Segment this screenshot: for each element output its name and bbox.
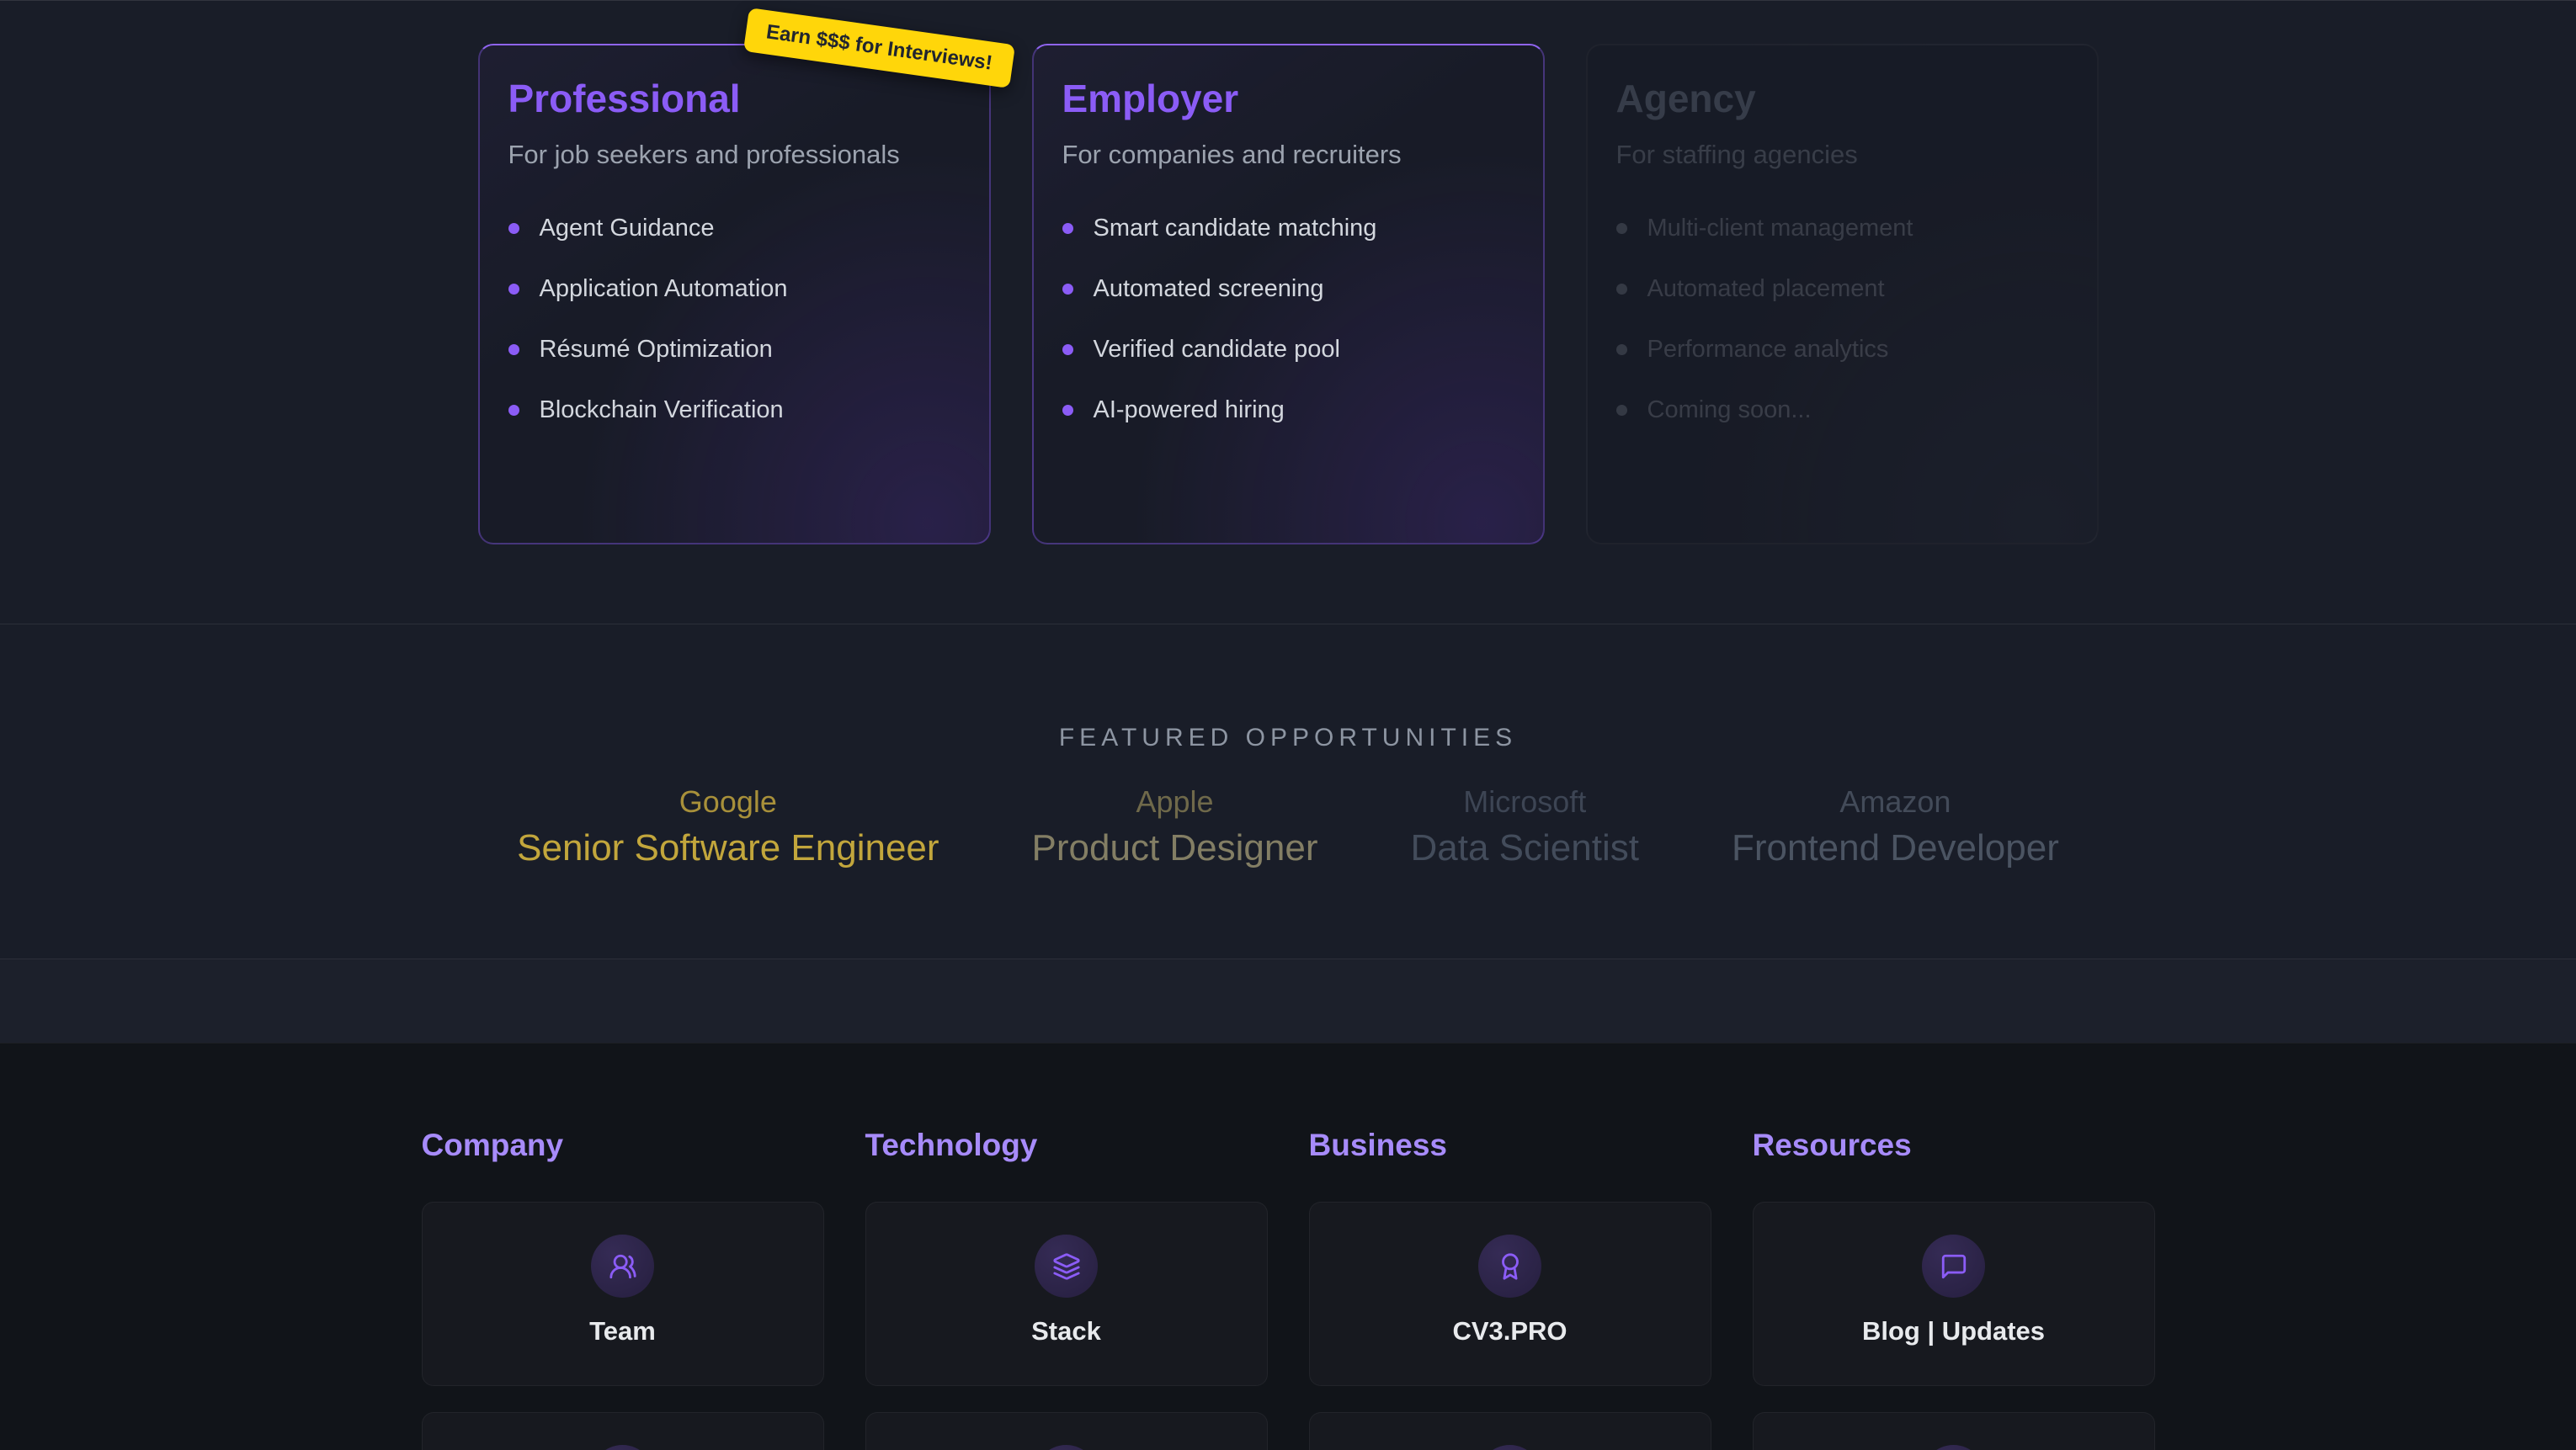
bullet-icon <box>508 284 519 295</box>
footer-col-heading: Business <box>1309 1128 1711 1163</box>
footer-columns: Company Team Technology <box>0 1128 2576 1450</box>
footer: Company Team Technology <box>0 1043 2576 1450</box>
page: Earn $$$ for Interviews! Professional Fo… <box>0 0 2576 1450</box>
bullet-icon <box>508 405 519 416</box>
plan-card-professional[interactable]: Professional For job seekers and profess… <box>478 44 991 544</box>
footer-col-company: Company Team <box>422 1128 824 1450</box>
footer-card-cv3pro[interactable]: CV3.PRO <box>1309 1202 1711 1386</box>
footer-col-heading: Company <box>422 1128 824 1163</box>
plan-feature: Verified candidate pool <box>1062 335 1514 364</box>
featured-job-google[interactable]: Google Senior Software Engineer <box>517 784 939 870</box>
plan-cards: Professional For job seekers and profess… <box>0 1 2576 544</box>
job-company: Apple <box>1032 784 1318 820</box>
icon-circle <box>591 1445 654 1450</box>
pricing-section: Earn $$$ for Interviews! Professional Fo… <box>0 0 2576 624</box>
footer-card-label: Stack <box>1031 1316 1101 1346</box>
footer-card-partial <box>865 1412 1268 1450</box>
plan-feature-list: Multi-client management Automated placem… <box>1616 214 2068 424</box>
footer-col-resources: Resources Blog | Updates <box>1753 1128 2155 1450</box>
bullet-icon <box>1616 284 1627 295</box>
plan-feature: Résumé Optimization <box>508 335 961 364</box>
featured-jobs: Google Senior Software Engineer Apple Pr… <box>0 784 2576 870</box>
footer-card-partial <box>422 1412 824 1450</box>
job-role: Senior Software Engineer <box>517 826 939 870</box>
bullet-icon <box>1062 344 1073 355</box>
footer-col-business: Business CV3.PRO <box>1309 1128 1711 1450</box>
plan-feature-list: Smart candidate matching Automated scree… <box>1062 214 1514 424</box>
featured-job-microsoft[interactable]: Microsoft Data Scientist <box>1411 784 1639 870</box>
footer-card-label: Blog | Updates <box>1862 1316 2045 1346</box>
footer-card-stack[interactable]: Stack <box>865 1202 1268 1386</box>
icon-circle <box>1035 1235 1098 1298</box>
job-role: Data Scientist <box>1411 826 1639 870</box>
bullet-icon <box>1062 405 1073 416</box>
job-role: Frontend Developer <box>1732 826 2059 870</box>
footer-card-partial <box>1309 1412 1711 1450</box>
job-role: Product Designer <box>1032 826 1318 870</box>
plan-feature-list: Agent Guidance Application Automation Ré… <box>508 214 961 424</box>
icon-circle <box>1478 1235 1541 1298</box>
bullet-icon <box>508 223 519 234</box>
plan-title: Agency <box>1616 76 2068 121</box>
featured-section: FEATURED OPPORTUNITIES Google Senior Sof… <box>0 624 2576 959</box>
icon-circle <box>1922 1445 1985 1450</box>
plan-feature: Coming soon... <box>1616 396 2068 424</box>
plan-feature: Blockchain Verification <box>508 396 961 424</box>
plan-feature: Multi-client management <box>1616 214 2068 242</box>
plan-subtitle: For staffing agencies <box>1616 140 2068 170</box>
plan-subtitle: For companies and recruiters <box>1062 140 1514 170</box>
bullet-icon <box>1616 344 1627 355</box>
featured-job-amazon[interactable]: Amazon Frontend Developer <box>1732 784 2059 870</box>
footer-col-heading: Resources <box>1753 1128 2155 1163</box>
bullet-icon <box>508 344 519 355</box>
icon-circle <box>1922 1235 1985 1298</box>
footer-card-label: CV3.PRO <box>1452 1316 1567 1346</box>
featured-job-apple[interactable]: Apple Product Designer <box>1032 784 1318 870</box>
layers-icon <box>1052 1252 1081 1281</box>
message-icon <box>1940 1252 1968 1281</box>
footer-col-technology: Technology Stack <box>865 1128 1268 1450</box>
job-company: Google <box>517 784 939 820</box>
plan-title: Professional <box>508 76 961 121</box>
plan-feature: Smart candidate matching <box>1062 214 1514 242</box>
icon-circle <box>1478 1445 1541 1450</box>
icon-circle <box>591 1235 654 1298</box>
plan-subtitle: For job seekers and professionals <box>508 140 961 170</box>
footer-card-partial <box>1753 1412 2155 1450</box>
bullet-icon <box>1616 405 1627 416</box>
job-company: Microsoft <box>1411 784 1639 820</box>
users-icon <box>609 1252 637 1281</box>
featured-heading: FEATURED OPPORTUNITIES <box>0 624 2576 752</box>
plan-feature: Performance analytics <box>1616 335 2068 364</box>
award-icon <box>1496 1252 1525 1281</box>
bullet-icon <box>1616 223 1627 234</box>
bullet-icon <box>1062 284 1073 295</box>
icon-circle <box>1035 1445 1098 1450</box>
footer-col-heading: Technology <box>865 1128 1268 1163</box>
plan-feature: Agent Guidance <box>508 214 961 242</box>
plan-feature: Application Automation <box>508 274 961 303</box>
spacer-band <box>0 959 2576 1043</box>
bullet-icon <box>1062 223 1073 234</box>
job-company: Amazon <box>1732 784 2059 820</box>
plan-title: Employer <box>1062 76 1514 121</box>
footer-card-label: Team <box>589 1316 656 1346</box>
footer-card-blog[interactable]: Blog | Updates <box>1753 1202 2155 1386</box>
footer-card-team[interactable]: Team <box>422 1202 824 1386</box>
plan-feature: AI-powered hiring <box>1062 396 1514 424</box>
plan-card-agency: Agency For staffing agencies Multi-clien… <box>1586 44 2099 544</box>
plan-card-employer[interactable]: Employer For companies and recruiters Sm… <box>1032 44 1545 544</box>
plan-feature: Automated screening <box>1062 274 1514 303</box>
plan-feature: Automated placement <box>1616 274 2068 303</box>
